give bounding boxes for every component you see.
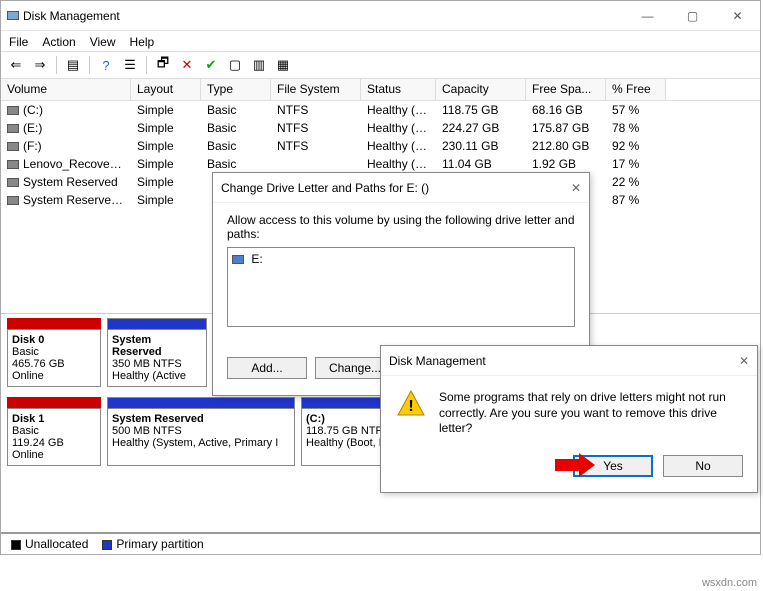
col-type[interactable]: Type — [201, 79, 271, 100]
col-status[interactable]: Status — [361, 79, 436, 100]
selected-drive-letter: E: — [251, 252, 262, 266]
menu-help[interactable]: Help — [130, 35, 155, 49]
forward-icon[interactable]: ⇒ — [29, 54, 51, 76]
list-icon[interactable]: ▦ — [272, 54, 294, 76]
drive-icon — [232, 255, 244, 264]
table-view-icon[interactable]: ▤ — [62, 54, 84, 76]
col-free[interactable]: Free Spa... — [526, 79, 606, 100]
table-row[interactable]: Lenovo_Recovery ... Simple Basic Healthy… — [1, 155, 760, 173]
close-button[interactable]: ✕ — [715, 1, 760, 31]
warning-icon: ! — [397, 390, 425, 416]
dialog1-title: Change Drive Letter and Paths for E: () — [221, 181, 571, 195]
col-layout[interactable]: Layout — [131, 79, 201, 100]
new-partition-icon[interactable]: ▢ — [224, 54, 246, 76]
delete-icon[interactable]: ✕ — [176, 54, 198, 76]
col-capacity[interactable]: Capacity — [436, 79, 526, 100]
drive-icon — [7, 142, 19, 151]
legend: Unallocated Primary partition — [1, 532, 760, 554]
col-fs[interactable]: File System — [271, 79, 361, 100]
drive-icon — [7, 178, 19, 187]
menu-action[interactable]: Action — [42, 35, 75, 49]
col-pct[interactable]: % Free — [606, 79, 666, 100]
table-row[interactable]: (F:) Simple Basic NTFS Healthy (P... 230… — [1, 137, 760, 155]
svg-text:!: ! — [408, 398, 413, 415]
dialog2-titlebar[interactable]: Disk Management ✕ — [381, 346, 757, 376]
close-icon[interactable]: ✕ — [571, 181, 581, 195]
drive-icon — [7, 160, 19, 169]
add-button[interactable]: Add... — [227, 357, 307, 379]
dialog2-message: Some programs that rely on drive letters… — [439, 390, 741, 437]
watermark: wsxdn.com — [702, 577, 757, 589]
legend-swatch-unallocated — [11, 540, 21, 550]
disk1-partition-sysres[interactable]: System Reserved 500 MB NTFS Healthy (Sys… — [107, 397, 295, 466]
drive-paths-listbox[interactable]: E: — [227, 247, 575, 327]
back-icon[interactable]: ⇐ — [5, 54, 27, 76]
drive-icon — [7, 196, 19, 205]
toolbar: ⇐ ⇒ ▤ ? ☰ 🗗 ✕ ✔ ▢ ▥ ▦ — [1, 51, 760, 79]
menubar: File Action View Help — [1, 31, 760, 51]
minimize-button[interactable]: — — [625, 1, 670, 31]
menu-file[interactable]: File — [9, 35, 28, 49]
no-button[interactable]: No — [663, 455, 743, 477]
disk-1-label[interactable]: Disk 1 Basic 119.24 GB Online — [7, 397, 101, 466]
dialog1-hint: Allow access to this volume by using the… — [227, 213, 575, 241]
legend-swatch-primary — [102, 540, 112, 550]
help-icon[interactable]: ? — [95, 54, 117, 76]
col-volume[interactable]: Volume — [1, 79, 131, 100]
disk-0-label[interactable]: Disk 0 Basic 465.76 GB Online — [7, 318, 101, 387]
table-row[interactable]: (E:) Simple Basic NTFS Healthy (P... 224… — [1, 119, 760, 137]
maximize-button[interactable]: ▢ — [670, 1, 715, 31]
drive-icon — [7, 124, 19, 133]
menu-view[interactable]: View — [90, 35, 116, 49]
refresh-icon[interactable]: 🗗 — [152, 54, 174, 76]
drive-icon — [7, 106, 19, 115]
disk0-partition-sysres[interactable]: System Reserved 350 MB NTFS Healthy (Act… — [107, 318, 207, 387]
app-icon — [7, 11, 19, 20]
column-headers[interactable]: Volume Layout Type File System Status Ca… — [1, 79, 760, 101]
dialog1-titlebar[interactable]: Change Drive Letter and Paths for E: () … — [213, 173, 589, 203]
properties-icon[interactable]: ☰ — [119, 54, 141, 76]
close-icon[interactable]: ✕ — [739, 354, 749, 368]
script-icon[interactable]: ▥ — [248, 54, 270, 76]
window-title: Disk Management — [23, 9, 625, 23]
dialog2-title: Disk Management — [389, 354, 739, 368]
titlebar[interactable]: Disk Management — ▢ ✕ — [1, 1, 760, 31]
check-icon[interactable]: ✔ — [200, 54, 222, 76]
table-row[interactable]: (C:) Simple Basic NTFS Healthy (B... 118… — [1, 101, 760, 119]
arrow-annotation-icon — [555, 453, 595, 477]
